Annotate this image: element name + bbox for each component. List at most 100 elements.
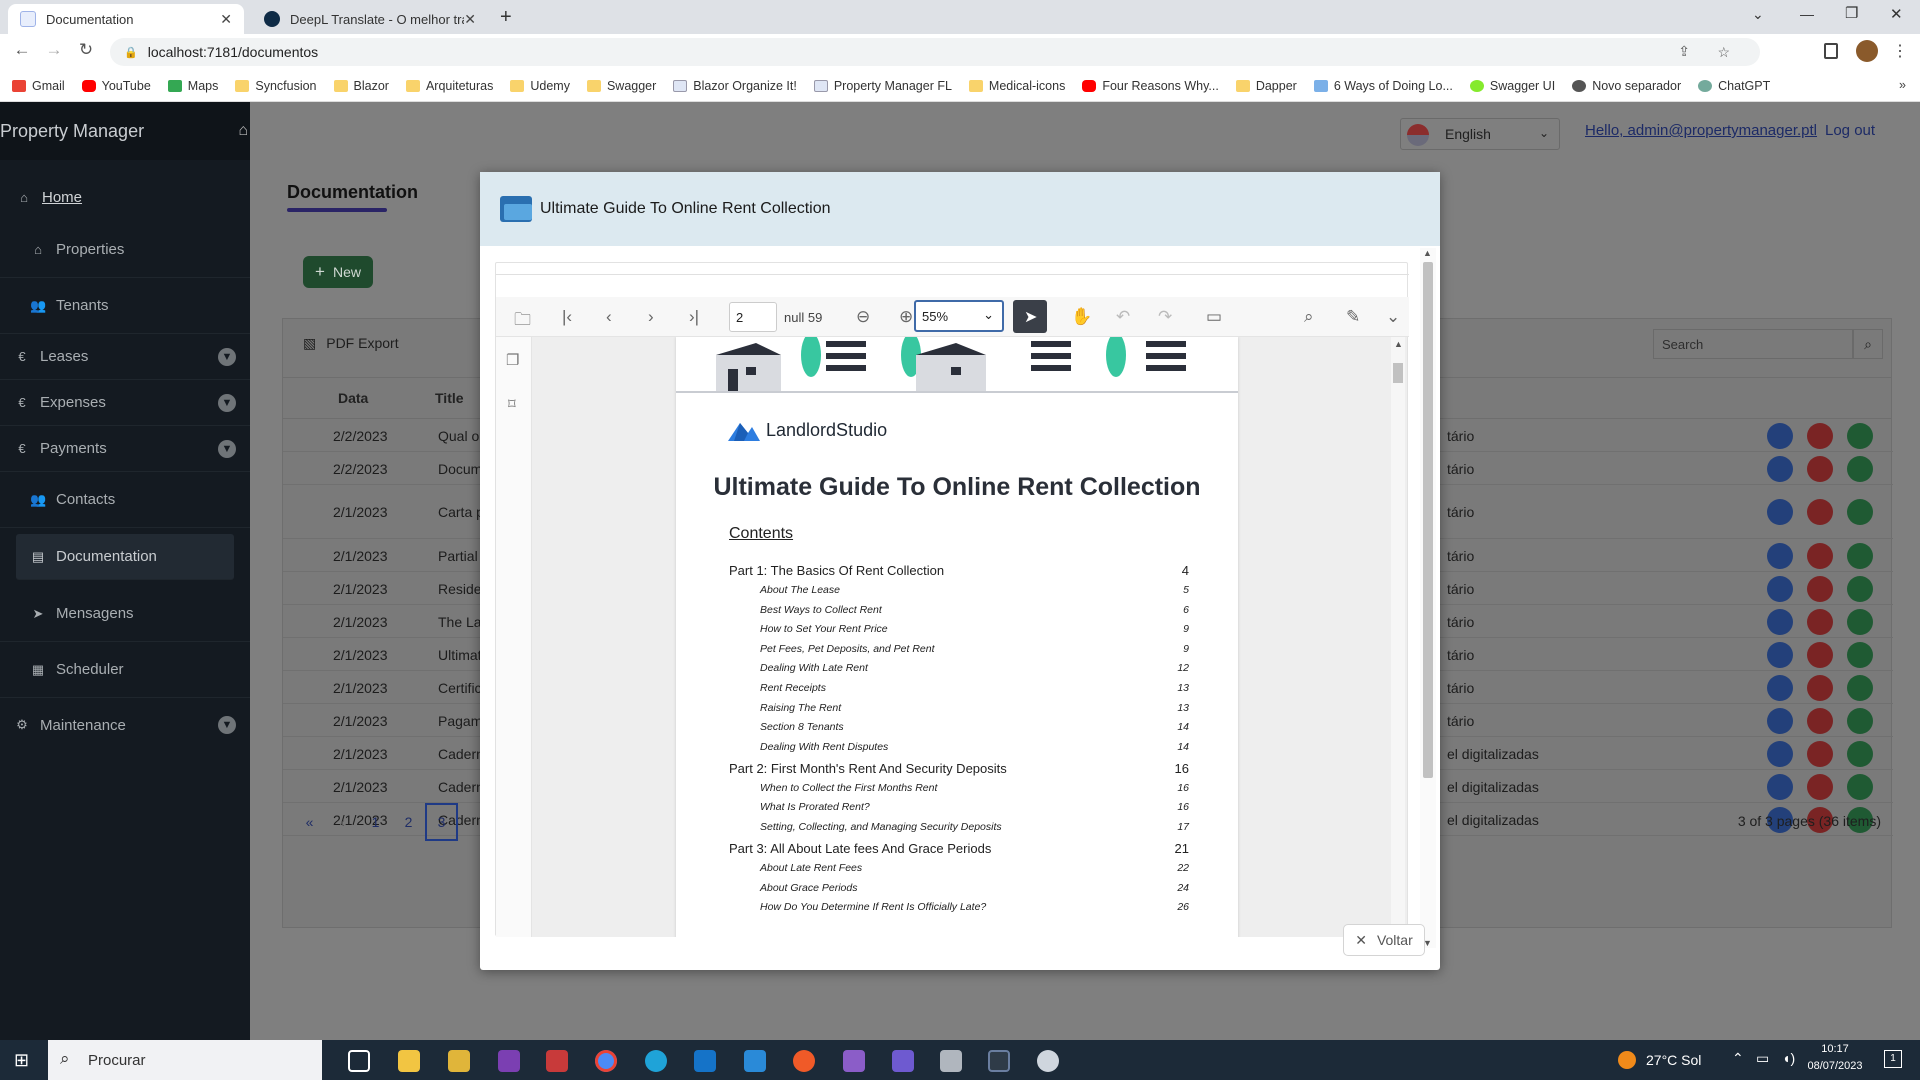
page-number-input[interactable]: 2: [729, 302, 777, 332]
trash-icon[interactable]: [1807, 455, 1833, 482]
bookmark-swagger-ui[interactable]: Swagger UI: [1469, 79, 1555, 93]
document-view-icon[interactable]: [1847, 773, 1873, 800]
pdf-export-button[interactable]: ▧ PDF Export: [303, 335, 399, 352]
trash-icon[interactable]: [1807, 608, 1833, 635]
restore-icon[interactable]: ❐: [1845, 4, 1858, 22]
sticky-notes-icon[interactable]: [448, 1050, 470, 1072]
vscode-icon[interactable]: [744, 1050, 766, 1072]
document-view-icon[interactable]: [1847, 608, 1873, 635]
trash-icon[interactable]: [1807, 773, 1833, 800]
bookmark-medical-icons[interactable]: Medical-icons: [968, 79, 1065, 93]
database-icon[interactable]: [940, 1050, 962, 1072]
onenote-icon[interactable]: [498, 1050, 520, 1072]
toc-entry[interactable]: About Late Rent Fees 22: [729, 862, 1189, 874]
toc-entry[interactable]: Dealing With Rent Disputes 14: [729, 741, 1189, 753]
toc-entry[interactable]: About Grace Periods 24: [729, 882, 1189, 894]
visual-studio-icon[interactable]: [843, 1050, 865, 1072]
task-view-icon[interactable]: [348, 1050, 370, 1072]
bookmark-property-manager[interactable]: Property Manager FL: [813, 79, 952, 93]
voltar-button[interactable]: ✕ Voltar: [1343, 924, 1425, 956]
column-title[interactable]: Title: [435, 390, 464, 406]
edit-icon[interactable]: [1767, 422, 1793, 449]
chevron-down-icon[interactable]: ▼: [218, 393, 236, 412]
bookmark-6-ways[interactable]: 6 Ways of Doing Lo...: [1313, 79, 1453, 93]
sidebar-item-maintenance[interactable]: ⚙ Maintenance ▼: [0, 702, 250, 748]
document-view-icon[interactable]: [1847, 499, 1873, 525]
bookmark-youtube[interactable]: YouTube: [81, 79, 151, 93]
tray-chevron-icon[interactable]: ⌃: [1732, 1050, 1744, 1067]
bookmark-syncfusion[interactable]: Syncfusion: [235, 79, 317, 93]
toc-entry[interactable]: Dealing With Late Rent 12: [729, 662, 1189, 674]
bookmark-novo-separador[interactable]: Novo separador: [1572, 79, 1681, 93]
trash-icon[interactable]: [1807, 542, 1833, 569]
trash-icon[interactable]: [1807, 674, 1833, 701]
file-explorer-icon[interactable]: [398, 1050, 420, 1072]
toc-entry[interactable]: Raising The Rent 13: [729, 702, 1189, 714]
edit-icon[interactable]: [1767, 707, 1793, 734]
pager-page[interactable]: 1: [359, 803, 392, 841]
forward-icon[interactable]: →: [40, 40, 68, 60]
toc-entry[interactable]: About The Lease 5: [729, 584, 1189, 596]
open-file-icon[interactable]: 🗀: [514, 307, 531, 336]
notifications-icon[interactable]: 1: [1884, 1050, 1902, 1068]
minimize-icon[interactable]: —: [1800, 6, 1814, 22]
edge-icon[interactable]: [645, 1050, 667, 1072]
bookmark-udemy[interactable]: Udemy: [510, 79, 570, 93]
toc-entry[interactable]: Part 2: First Month's Rent And Security …: [729, 761, 1189, 776]
document-view-icon[interactable]: [1847, 641, 1873, 668]
toc-entry[interactable]: Setting, Collecting, and Managing Securi…: [729, 821, 1189, 833]
zoom-in-icon[interactable]: ⊕: [899, 307, 913, 327]
edit-icon[interactable]: [1767, 455, 1793, 482]
url-input[interactable]: 🔒 localhost:7181/documentos ☆ ⇪: [110, 38, 1760, 66]
undo-icon[interactable]: ↶: [1116, 307, 1130, 327]
sidebar-item-properties[interactable]: ⌂ Properties: [0, 222, 250, 278]
tab-search-icon[interactable]: ⌄: [1752, 6, 1764, 23]
toc-entry[interactable]: Best Ways to Collect Rent 6: [729, 604, 1189, 616]
document-view-icon[interactable]: [1847, 575, 1873, 602]
sidebar-item-scheduler[interactable]: ▦ Scheduler: [0, 642, 250, 698]
scroll-up-icon[interactable]: ▲: [1423, 248, 1432, 258]
column-date[interactable]: Data: [338, 390, 368, 406]
document-view-icon[interactable]: [1847, 455, 1873, 482]
bookmark-arquiteturas[interactable]: Arquiteturas: [405, 79, 493, 93]
app-icon[interactable]: [1037, 1050, 1059, 1072]
search-icon[interactable]: ⌕: [1853, 329, 1883, 359]
clock-time[interactable]: 10:17: [1802, 1043, 1868, 1055]
avatar[interactable]: [1856, 40, 1878, 62]
pager-prev[interactable]: ‹: [326, 803, 359, 841]
edit-icon[interactable]: [1767, 773, 1793, 800]
taskbar-search[interactable]: ⌕ Procurar: [48, 1040, 322, 1080]
trash-icon[interactable]: [1807, 575, 1833, 602]
toc-entry[interactable]: Pet Fees, Pet Deposits, and Pet Rent 9: [729, 643, 1189, 655]
next-page-icon[interactable]: ›: [648, 307, 654, 327]
windows-start-icon[interactable]: ⊞: [14, 1050, 29, 1071]
toc-entry[interactable]: What Is Prorated Rent? 16: [729, 801, 1189, 813]
sidebar-item-tenants[interactable]: 👥 Tenants: [0, 278, 250, 334]
browser-tab[interactable]: DeepL Translate - O melhor tradu ✕: [252, 4, 488, 34]
scroll-thumb[interactable]: [1423, 262, 1433, 778]
sidebar-item-mensagens[interactable]: ➤ Mensagens: [0, 586, 250, 642]
store-icon[interactable]: [694, 1050, 716, 1072]
more-bookmarks-icon[interactable]: »: [1899, 78, 1906, 92]
toc-entry[interactable]: How Do You Determine If Rent Is Official…: [729, 901, 1189, 913]
menu-icon[interactable]: ⋮: [1892, 41, 1908, 61]
bookmark-blazor-organize[interactable]: Blazor Organize It!: [673, 79, 797, 93]
comment-icon[interactable]: ▭: [1206, 307, 1222, 327]
trash-icon[interactable]: [1807, 707, 1833, 734]
language-select[interactable]: English ⌄: [1400, 118, 1560, 150]
volume-icon[interactable]: ◖): [1782, 1050, 1795, 1066]
home-icon[interactable]: ⌂: [238, 122, 248, 140]
bookmark-icon[interactable]: ⌑: [508, 395, 516, 413]
clock-date[interactable]: 08/07/2023: [1800, 1060, 1870, 1072]
sidebar-item-documentation[interactable]: ▤ Documentation: [16, 534, 234, 580]
scroll-up-icon[interactable]: ▲: [1394, 339, 1403, 349]
toc-entry[interactable]: Part 3: All About Late fees And Grace Pe…: [729, 841, 1189, 856]
document-view-icon[interactable]: [1847, 422, 1873, 449]
user-greeting-link[interactable]: Hello, admin@propertymanager.ptl: [1585, 122, 1817, 139]
chevron-down-icon[interactable]: ⌄: [1386, 307, 1400, 327]
thumbnails-icon[interactable]: ❐: [506, 351, 519, 369]
bookmark-swagger[interactable]: Swagger: [586, 79, 656, 93]
document-view-icon[interactable]: [1847, 740, 1873, 767]
redo-icon[interactable]: ↷: [1158, 307, 1172, 327]
dialog-scrollbar[interactable]: ▲ ▼: [1420, 248, 1436, 948]
